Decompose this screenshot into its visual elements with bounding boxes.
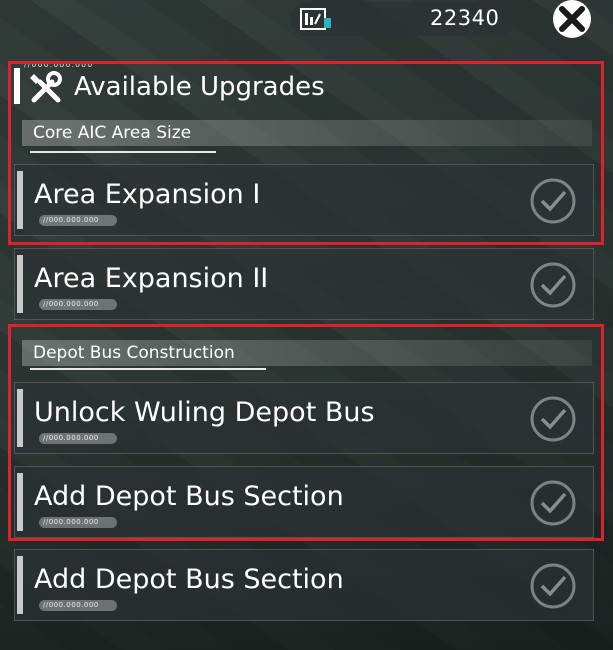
check-circle-icon — [530, 480, 576, 526]
card-accent — [17, 473, 23, 531]
section-underline — [30, 151, 216, 153]
currency-value: 22340 — [430, 6, 500, 30]
check-circle-icon — [530, 563, 576, 609]
card-code: //000.000.000 — [39, 433, 117, 444]
card-code: //000.000.000 — [39, 215, 117, 226]
close-button[interactable] — [553, 0, 591, 38]
card-code: //000.000.000 — [39, 299, 117, 310]
section-label-depot-bus: Depot Bus Construction — [22, 340, 592, 366]
card-accent — [17, 171, 23, 229]
card-title: Area Expansion I — [34, 179, 261, 210]
upgrade-card-area-expansion-1[interactable]: Area Expansion I //000.000.000 — [14, 164, 594, 236]
card-title: Add Depot Bus Section — [34, 564, 344, 595]
card-accent — [17, 556, 23, 614]
header-accent-bar — [14, 68, 20, 104]
header-decoration: //000.000.000 — [24, 60, 94, 69]
upgrade-card-add-depot-bus-section[interactable]: Add Depot Bus Section //000.000.000 — [14, 466, 594, 538]
card-accent — [17, 255, 23, 313]
card-title: Add Depot Bus Section — [34, 481, 344, 512]
upgrade-card-area-expansion-2[interactable]: Area Expansion II //000.000.000 — [14, 248, 594, 320]
check-circle-icon — [530, 262, 576, 308]
wrench-screwdriver-icon — [30, 71, 62, 103]
card-title: Unlock Wuling Depot Bus — [34, 397, 375, 428]
card-code: //000.000.000 — [39, 600, 117, 611]
close-icon — [559, 6, 585, 32]
card-title: Area Expansion II — [34, 263, 269, 294]
card-accent — [17, 389, 23, 447]
check-circle-icon — [530, 396, 576, 442]
card-code: //000.000.000 — [39, 517, 117, 528]
building-funds-icon — [300, 8, 331, 30]
upgrade-card-add-depot-bus-section-2[interactable]: Add Depot Bus Section //000.000.000 — [14, 549, 594, 621]
section-underline — [30, 368, 266, 370]
section-label-core-aic: Core AIC Area Size — [22, 120, 592, 146]
panel-title: Available Upgrades — [74, 72, 325, 102]
upgrade-card-unlock-depot-bus[interactable]: Unlock Wuling Depot Bus //000.000.000 — [14, 382, 594, 454]
check-circle-icon — [530, 178, 576, 224]
